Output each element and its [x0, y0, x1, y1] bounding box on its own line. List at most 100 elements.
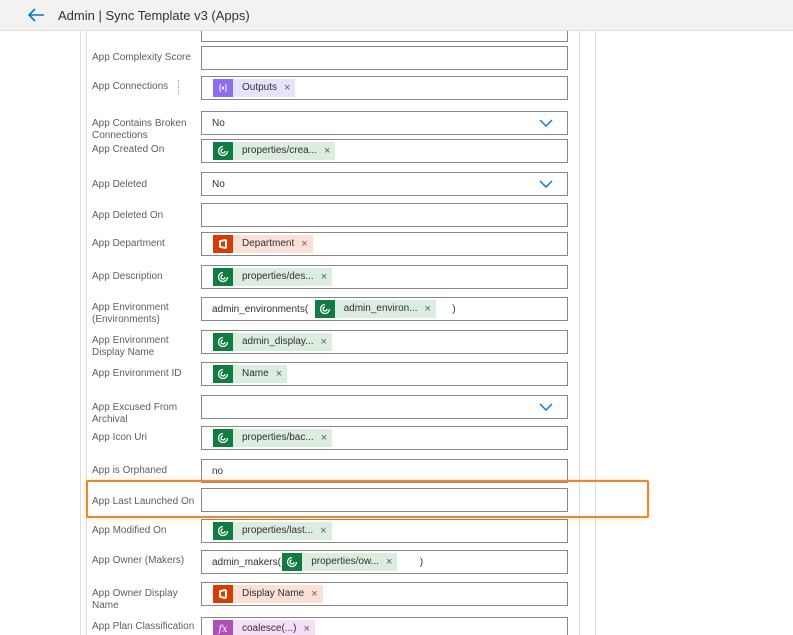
field-label-app-connections: App Connections	[92, 81, 169, 92]
field-label-app-modified-on: App Modified On	[92, 525, 167, 536]
chevron-down-icon[interactable]	[539, 118, 553, 128]
expression-suffix: )	[452, 304, 456, 315]
token-label: Display Name	[233, 585, 310, 603]
dropdown-app-excused-from-archival[interactable]	[201, 395, 568, 419]
token-label: properties/bac...	[233, 429, 319, 447]
token-dv[interactable]: properties/last... ×	[213, 522, 332, 540]
field-label-app-excused-from-archival: App Excused From Archival	[92, 402, 178, 425]
field-app-environment-display-name[interactable]: admin_display... ×	[201, 330, 568, 354]
field-app-owner-display-name[interactable]: Display Name ×	[201, 582, 568, 606]
outer-border-right	[595, 31, 596, 635]
expression-prefix: admin_environments(	[212, 304, 309, 315]
remove-token-icon[interactable]: ×	[318, 429, 333, 447]
field-label-app-deleted-on: App Deleted On	[92, 210, 164, 221]
header-bar: Admin | Sync Template v3 (Apps)	[0, 0, 793, 31]
field-app-plan-classification[interactable]: fx coalesce(...) ×	[201, 617, 568, 635]
action-card: DescriptionApp Complexity ScoreApp Conne…	[0, 31, 793, 635]
field-app-environment-id[interactable]: Name ×	[201, 362, 568, 386]
field-app-owner-makers[interactable]: admin_makers(properties/ow... ×)	[201, 550, 568, 574]
dataverse-icon	[314, 300, 335, 318]
office-icon	[213, 585, 233, 603]
expression-suffix: )	[419, 557, 424, 568]
remove-token-icon[interactable]: ×	[318, 268, 333, 286]
dataverse-icon	[282, 553, 303, 571]
drag-handle	[178, 80, 180, 94]
back-arrow-icon[interactable]	[26, 6, 46, 24]
remove-token-icon[interactable]: ×	[322, 142, 336, 160]
token-label: properties/crea...	[233, 142, 323, 160]
field-label-app-environment-environments: App Environment (Environments)	[92, 302, 169, 325]
remove-token-icon[interactable]: ×	[301, 620, 315, 635]
variable-icon	[213, 79, 233, 97]
field-value: No	[212, 118, 225, 129]
highlight-box	[86, 480, 649, 518]
token-dv[interactable]: properties/crea... ×	[213, 142, 336, 160]
token-dv[interactable]: admin_display... ×	[213, 333, 332, 351]
field-label-app-owner-display-name: App Owner Display Name	[92, 588, 178, 611]
card-border-left	[80, 31, 81, 635]
field-label-app-icon-uri: App Icon Uri	[92, 432, 148, 443]
field-label-app-owner-makers: App Owner (Makers)	[92, 555, 185, 566]
token-label: Department	[233, 235, 300, 253]
field-label-app-environment-display-name: App Environment Display Name	[92, 335, 169, 358]
field-app-complexity-score[interactable]	[201, 46, 568, 70]
dataverse-icon	[213, 429, 233, 447]
token-o365[interactable]: Display Name ×	[213, 585, 323, 603]
dataverse-icon	[213, 365, 233, 383]
field-app-connections[interactable]: Outputs ×	[201, 76, 568, 100]
token-dv[interactable]: admin_environ... ×	[314, 300, 436, 318]
field-app-description[interactable]: properties/des... ×	[201, 265, 568, 289]
token-var[interactable]: Outputs ×	[213, 79, 296, 97]
chevron-down-icon[interactable]	[539, 179, 553, 189]
inner-border-left	[86, 31, 87, 635]
dropdown-app-contains-broken-connections[interactable]: No	[201, 111, 568, 135]
remove-token-icon[interactable]: ×	[318, 333, 332, 351]
token-dv[interactable]: properties/bac... ×	[213, 429, 333, 447]
field-value: No	[212, 179, 225, 190]
token-fx[interactable]: fx coalesce(...) ×	[213, 620, 315, 635]
field-app-icon-uri[interactable]: properties/bac... ×	[201, 426, 568, 450]
expression-prefix: admin_makers(	[212, 557, 281, 568]
token-dv[interactable]: Name ×	[213, 365, 288, 383]
field-label-app-deleted: App Deleted	[92, 179, 148, 190]
field-app-modified-on[interactable]: properties/last... ×	[201, 519, 568, 543]
dataverse-icon	[213, 333, 233, 351]
field-app-department[interactable]: Department ×	[201, 232, 568, 256]
chevron-down-icon[interactable]	[539, 402, 553, 412]
field-app-description-top[interactable]	[201, 31, 568, 42]
remove-token-icon[interactable]: ×	[422, 300, 436, 318]
remove-token-icon[interactable]: ×	[282, 79, 296, 97]
token-dv[interactable]: properties/ow... ×	[282, 553, 398, 571]
remove-token-icon[interactable]: ×	[384, 553, 398, 571]
page-title: Admin | Sync Template v3 (Apps)	[58, 8, 250, 23]
remove-token-icon[interactable]: ×	[309, 585, 323, 603]
dataverse-icon	[213, 522, 233, 540]
office-icon	[213, 235, 233, 253]
dropdown-app-deleted[interactable]: No	[201, 172, 568, 196]
field-label-app-plan-classification: App Plan Classification	[92, 621, 195, 632]
field-label-app-department: App Department	[92, 238, 165, 249]
card-border-right	[579, 31, 580, 635]
token-label: properties/last...	[233, 522, 319, 540]
field-label-app-description: App Description	[92, 271, 163, 282]
dataverse-icon	[213, 268, 233, 286]
token-dv[interactable]: properties/des... ×	[213, 268, 333, 286]
field-app-created-on[interactable]: properties/crea... ×	[201, 139, 568, 163]
field-label-app-environment-id: App Environment ID	[92, 368, 182, 379]
field-app-deleted-on[interactable]	[201, 203, 568, 227]
dataverse-icon	[213, 142, 233, 160]
field-value: no	[212, 466, 224, 477]
remove-token-icon[interactable]: ×	[299, 235, 313, 253]
field-label-app-contains-broken-connections: App Contains Broken Connections	[92, 118, 187, 141]
token-label: properties/ow...	[302, 553, 384, 571]
field-app-environment-environments[interactable]: admin_environments( admin_environ... ×)	[201, 297, 568, 321]
token-label: admin_display...	[233, 333, 319, 351]
field-label-app-complexity-score: App Complexity Score	[92, 52, 191, 63]
token-label: Outputs	[233, 79, 283, 97]
remove-token-icon[interactable]: ×	[318, 522, 332, 540]
remove-token-icon[interactable]: ×	[273, 365, 288, 383]
field-label-app-is-orphaned: App is Orphaned	[92, 465, 168, 476]
token-o365[interactable]: Department ×	[213, 235, 313, 253]
token-label: Name	[233, 365, 274, 383]
token-label: properties/des...	[233, 268, 319, 286]
